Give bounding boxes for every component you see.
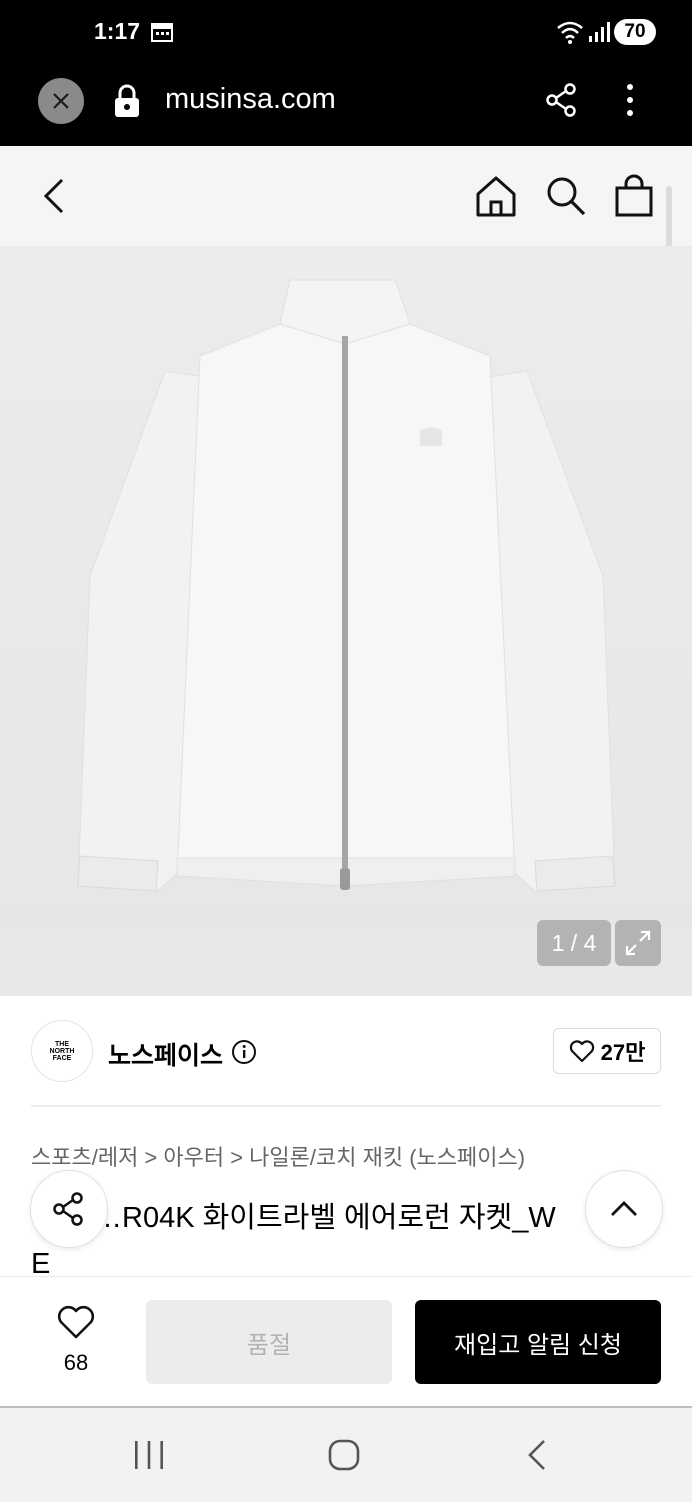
carrier-label: SKT	[40, 18, 85, 44]
brand-logo-text-2: NORTH	[49, 1047, 75, 1055]
nav-recent-icon[interactable]	[132, 1440, 166, 1475]
product-image[interactable]	[0, 246, 692, 996]
soldout-button: 품절	[146, 1300, 392, 1384]
divider	[31, 1105, 661, 1107]
breadcrumb[interactable]: 스포츠/레저 > 아우터 > 나일론/코치 재킷 (노스페이스)	[31, 1140, 525, 1172]
nav-home-icon[interactable]	[327, 1438, 361, 1477]
close-icon	[53, 93, 69, 109]
share-icon	[53, 1192, 83, 1226]
info-icon[interactable]	[231, 1039, 257, 1070]
share-button[interactable]	[30, 1170, 108, 1248]
restock-alert-button[interactable]: 재입고 알림 신청	[415, 1300, 661, 1384]
share-icon[interactable]	[544, 82, 580, 123]
brand-like-count: 27만	[600, 1040, 646, 1065]
battery-indicator: 70	[614, 19, 656, 45]
calendar-icon	[151, 22, 173, 47]
back-icon[interactable]	[40, 176, 70, 221]
home-icon[interactable]	[474, 174, 518, 223]
brand-logo-text-3: FACE	[52, 1054, 72, 1062]
app-header	[0, 146, 692, 246]
scroll-top-button[interactable]	[585, 1170, 663, 1248]
brand-name[interactable]: 노스페이스	[108, 1036, 223, 1072]
brand-logo[interactable]: THE NORTH FACE	[31, 1020, 93, 1082]
lock-icon[interactable]	[113, 83, 141, 124]
url-bar[interactable]: musinsa.com	[165, 83, 336, 116]
browser-toolbar	[0, 64, 692, 146]
close-tab-button[interactable]	[38, 78, 84, 124]
expand-image-button[interactable]	[615, 920, 661, 966]
heart-icon	[569, 1040, 594, 1063]
heart-icon	[57, 1305, 95, 1339]
wishlist-button[interactable]	[56, 1304, 96, 1345]
expand-icon	[625, 930, 651, 956]
clock: 1:17	[94, 18, 141, 44]
wifi-icon	[556, 20, 584, 49]
signal-icon	[588, 22, 610, 47]
chevron-up-icon	[611, 1201, 637, 1216]
brand-logo-text-1: THE	[55, 1040, 69, 1048]
search-icon[interactable]	[544, 174, 588, 223]
nav-back-icon[interactable]	[524, 1438, 550, 1477]
image-counter: 1 / 4	[537, 920, 611, 966]
wishlist-count: 68	[63, 1350, 89, 1375]
more-icon[interactable]	[620, 82, 640, 123]
brand-like-button[interactable]: 27만	[553, 1028, 661, 1074]
product-title: …R04K 화이트라벨 에어로런 자켓_W E	[31, 1195, 661, 1287]
bag-icon[interactable]	[614, 174, 654, 223]
product-title-line-1: …R04K 화이트라벨 에어로런 자켓_W	[93, 1202, 556, 1234]
